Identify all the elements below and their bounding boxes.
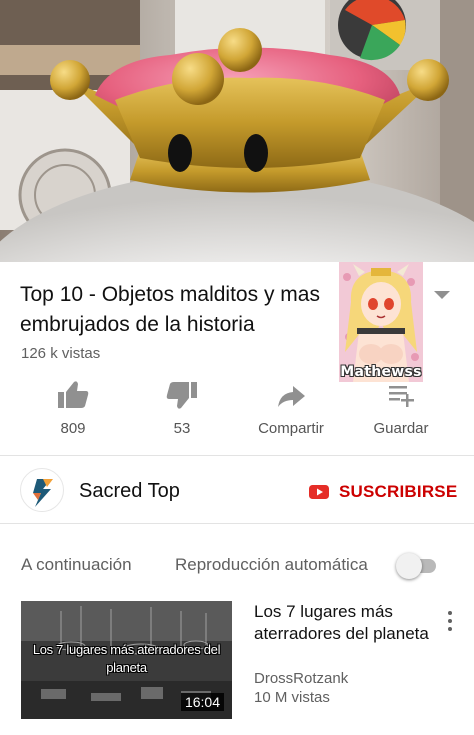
divider — [0, 523, 474, 524]
channel-logo-icon — [33, 479, 53, 507]
video-actions-bar: 809 53 Compartir Guardar — [0, 380, 474, 442]
share-arrow-icon — [278, 386, 305, 407]
thumbs-down-icon — [166, 382, 197, 409]
recommended-video-thumbnail[interactable]: Los 7 lugares más aterradores del planet… — [21, 601, 232, 719]
youtube-logo-icon — [309, 485, 329, 499]
subscribe-button[interactable]: SUSCRIBIRSE — [309, 478, 457, 506]
video-player[interactable] — [0, 0, 474, 262]
recommended-video-channel: DrossRotzank — [254, 670, 349, 687]
recommended-video-views: 10 M vistas — [254, 689, 330, 706]
like-count: 809 — [60, 420, 86, 437]
divider — [0, 455, 474, 456]
more-options-button[interactable] — [444, 610, 456, 632]
autoplay-label: Reproducción automática — [175, 555, 368, 574]
overlay-sticker-image: Mathewss — [339, 262, 423, 382]
channel-name[interactable]: Sacred Top — [79, 480, 180, 503]
video-title: Top 10 - Objetos malditos y mas embrujad… — [20, 283, 320, 336]
share-label: Compartir — [258, 420, 324, 437]
channel-avatar[interactable] — [20, 468, 64, 512]
view-count: 126 k vistas — [21, 345, 101, 362]
video-frame-image — [0, 0, 474, 262]
dislike-button[interactable]: 53 — [155, 380, 209, 442]
up-next-heading: A continuación — [21, 555, 132, 574]
toggle-knob — [396, 553, 422, 579]
share-button[interactable]: Compartir — [251, 380, 331, 442]
thumbs-up-icon — [58, 381, 89, 408]
dislike-count: 53 — [173, 420, 191, 437]
subscribe-label: SUSCRIBIRSE — [339, 482, 458, 501]
playlist-add-icon — [389, 386, 414, 407]
expand-description-button[interactable] — [432, 288, 452, 302]
save-label: Guardar — [373, 420, 429, 437]
recommended-video-title[interactable]: Los 7 lugares más aterradores del planet… — [254, 601, 434, 645]
save-button[interactable]: Guardar — [366, 380, 436, 442]
like-button[interactable]: 809 — [46, 380, 100, 442]
thumbnail-title-text: Los 7 lugares más aterradores del planet… — [32, 642, 221, 675]
autoplay-toggle[interactable] — [396, 553, 438, 579]
watermark-text: Mathewss — [340, 364, 422, 380]
chevron-down-icon — [434, 291, 450, 299]
video-duration: 16:04 — [180, 693, 224, 711]
more-vert-icon — [448, 611, 452, 631]
